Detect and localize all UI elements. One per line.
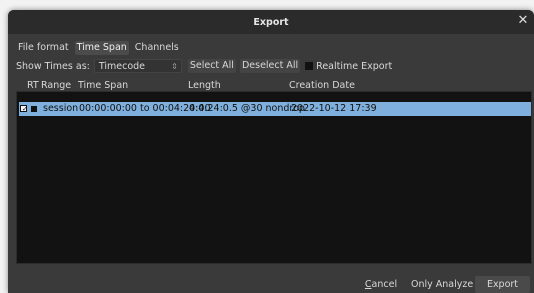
title-bar: Export ✕ <box>8 10 534 34</box>
realtime-export-label: Realtime Export <box>316 60 393 72</box>
button-bar: Cancel Only Analyze Export <box>8 272 534 293</box>
time-format-select[interactable]: Timecode ⇕ <box>93 59 182 73</box>
select-all-button[interactable]: Select All <box>187 59 236 73</box>
realtime-export-checkbox[interactable] <box>305 62 314 70</box>
updown-arrows-icon: ⇕ <box>171 62 178 71</box>
deselect-all-button[interactable]: Deselect All <box>239 59 301 73</box>
show-times-label: Show Times as: <box>16 60 90 72</box>
tab-file-format[interactable]: File format <box>16 41 71 55</box>
cancel-label-rest: ancel <box>371 279 398 290</box>
realtime-toggle[interactable] <box>31 106 37 112</box>
time-format-value: Timecode <box>98 61 146 72</box>
range-name: session <box>43 103 79 114</box>
range-list[interactable]: ✓ session 00:00:00:00 to 00:04:24:00 0:4… <box>16 91 532 264</box>
range-creation-date: 2022-10-12 17:39 <box>291 103 377 114</box>
dialog-title: Export <box>253 16 289 28</box>
only-analyze-button[interactable]: Only Analyze <box>411 276 473 293</box>
export-dialog: Export ✕ File format Time Span Channels … <box>8 10 534 293</box>
export-button[interactable]: Export <box>475 276 530 293</box>
close-icon[interactable]: ✕ <box>516 14 530 28</box>
cancel-mnemonic: C <box>364 279 372 290</box>
checkmark-icon: ✓ <box>22 105 28 113</box>
cancel-button[interactable]: Cancel <box>364 276 398 293</box>
table-row[interactable]: ✓ session 00:00:00:00 to 00:04:24:00 0:4… <box>19 102 531 116</box>
range-length: 0:4:24:0.5 @30 nondrop <box>189 103 305 114</box>
tab-channels[interactable]: Channels <box>133 41 181 55</box>
tab-bar: File format Time Span Channels <box>16 41 181 55</box>
time-span-options: Show Times as: Timecode ⇕ Select All Des… <box>16 58 392 74</box>
row-checkbox[interactable]: ✓ <box>20 105 28 113</box>
tab-time-span[interactable]: Time Span <box>74 41 129 55</box>
